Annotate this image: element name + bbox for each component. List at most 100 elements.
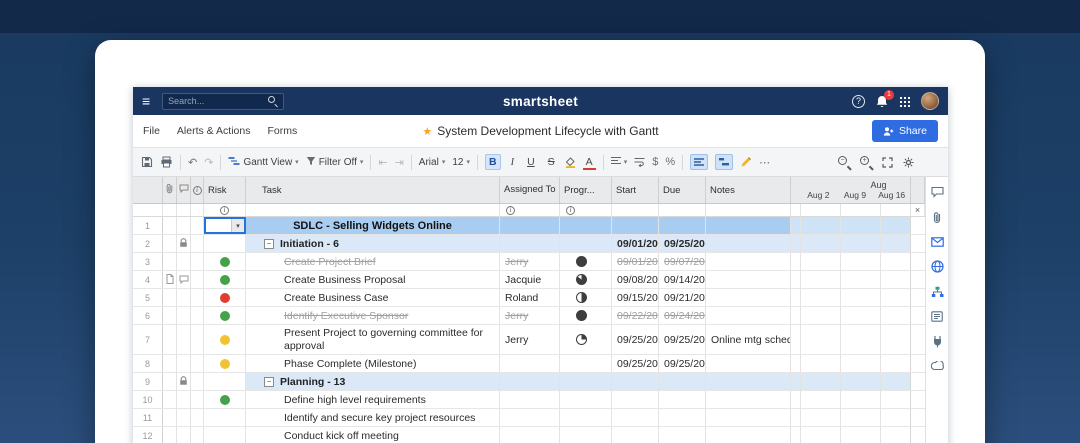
notes-cell[interactable] bbox=[706, 391, 791, 408]
collapse-toggle[interactable]: − bbox=[264, 377, 274, 387]
task-cell[interactable]: Create Project Brief bbox=[246, 253, 500, 270]
row-info-cell[interactable] bbox=[191, 373, 204, 390]
search-input[interactable] bbox=[168, 96, 268, 106]
start-cell[interactable]: 09/15/20 bbox=[612, 289, 659, 306]
redo-icon[interactable]: ↷ bbox=[204, 156, 213, 169]
progress-cell[interactable] bbox=[560, 427, 612, 443]
activity-log-icon[interactable] bbox=[931, 361, 944, 371]
risk-column-header[interactable]: Risk bbox=[204, 177, 246, 203]
gantt-timeline-header[interactable]: Aug Aug 2 Aug 9 Aug 16 bbox=[791, 177, 911, 203]
risk-cell[interactable] bbox=[204, 409, 246, 426]
row-indicator-cell[interactable] bbox=[177, 325, 191, 354]
gantt-cell[interactable] bbox=[791, 217, 911, 234]
notes-cell[interactable] bbox=[706, 217, 791, 234]
row-attachment-cell[interactable] bbox=[163, 325, 177, 354]
row-attachment-cell[interactable] bbox=[163, 271, 177, 288]
row-number-cell[interactable]: 5 bbox=[133, 289, 163, 306]
menu-file[interactable]: File bbox=[143, 125, 160, 137]
task-cell[interactable]: Identify Executive Sponsor bbox=[246, 307, 500, 324]
due-cell[interactable] bbox=[659, 427, 706, 443]
notes-cell[interactable] bbox=[706, 427, 791, 443]
row-number-cell[interactable]: 12 bbox=[133, 427, 163, 443]
task-cell[interactable]: Identify and secure key project resource… bbox=[246, 409, 500, 426]
row-indicator-cell[interactable] bbox=[177, 235, 191, 252]
row-info-cell[interactable] bbox=[191, 271, 204, 288]
start-cell[interactable]: 09/08/20 bbox=[612, 271, 659, 288]
progress-cell[interactable] bbox=[560, 355, 612, 372]
assigned-cell[interactable] bbox=[500, 427, 560, 443]
comment-column-header[interactable] bbox=[177, 177, 191, 203]
start-cell[interactable]: 09/25/20 bbox=[612, 355, 659, 372]
progress-cell[interactable] bbox=[560, 271, 612, 288]
task-column-header[interactable]: Task bbox=[246, 177, 500, 203]
risk-cell[interactable]: ▾ bbox=[204, 217, 246, 234]
assigned-cell[interactable]: Jerry bbox=[500, 253, 560, 270]
risk-cell[interactable] bbox=[204, 355, 246, 372]
print-icon[interactable] bbox=[160, 156, 173, 168]
info-icon[interactable]: i bbox=[220, 206, 229, 215]
task-cell[interactable]: Create Business Proposal bbox=[246, 271, 500, 288]
due-cell[interactable] bbox=[659, 409, 706, 426]
risk-cell[interactable] bbox=[204, 271, 246, 288]
row-attachment-cell[interactable] bbox=[163, 307, 177, 324]
fill-color-icon[interactable] bbox=[565, 157, 576, 168]
due-cell[interactable]: 09/24/20 bbox=[659, 307, 706, 324]
progress-cell[interactable] bbox=[560, 373, 612, 390]
card-view-icon[interactable] bbox=[931, 311, 943, 322]
row-number-cell[interactable]: 3 bbox=[133, 253, 163, 270]
notes-cell[interactable] bbox=[706, 307, 791, 324]
assigned-cell[interactable] bbox=[500, 217, 560, 234]
row-indicator-cell[interactable] bbox=[177, 391, 191, 408]
settings-gear-icon[interactable] bbox=[903, 157, 914, 168]
risk-cell[interactable] bbox=[204, 373, 246, 390]
text-color-button[interactable]: A bbox=[583, 155, 596, 170]
notes-cell[interactable] bbox=[706, 235, 791, 252]
row-attachment-cell[interactable] bbox=[163, 373, 177, 390]
row-number-cell[interactable]: 11 bbox=[133, 409, 163, 426]
risk-cell[interactable] bbox=[204, 307, 246, 324]
row-attachment-cell[interactable] bbox=[163, 289, 177, 306]
task-cell[interactable]: Present Project to governing committee f… bbox=[246, 325, 500, 354]
task-cell[interactable]: −Initiation - 6 bbox=[246, 235, 500, 252]
notes-cell[interactable] bbox=[706, 271, 791, 288]
font-selector[interactable]: Arial▾ bbox=[419, 157, 446, 168]
gantt-cell[interactable] bbox=[791, 391, 911, 408]
underline-button[interactable]: U bbox=[524, 155, 538, 169]
start-cell[interactable] bbox=[612, 391, 659, 408]
gantt-cell[interactable] bbox=[791, 271, 911, 288]
row-number-cell[interactable]: 10 bbox=[133, 391, 163, 408]
row-number-cell[interactable]: 8 bbox=[133, 355, 163, 372]
comment-icon[interactable] bbox=[179, 271, 189, 288]
gantt-cell[interactable] bbox=[791, 427, 911, 443]
gantt-settings-toggle[interactable] bbox=[715, 154, 733, 170]
progress-cell[interactable] bbox=[560, 391, 612, 408]
start-cell[interactable]: 09/25/20 bbox=[612, 325, 659, 354]
zoom-in-icon[interactable]: + bbox=[860, 156, 872, 168]
row-info-cell[interactable] bbox=[191, 355, 204, 372]
row-indicator-cell[interactable] bbox=[177, 289, 191, 306]
assigned-cell[interactable] bbox=[500, 391, 560, 408]
start-cell[interactable] bbox=[612, 427, 659, 443]
outdent-icon[interactable]: ⇤ bbox=[378, 156, 387, 169]
row-attachment-cell[interactable] bbox=[163, 253, 177, 270]
row-indicator-cell[interactable] bbox=[177, 253, 191, 270]
undo-icon[interactable]: ↶ bbox=[188, 156, 197, 169]
align-selector[interactable]: ▾ bbox=[611, 156, 628, 168]
update-requests-icon[interactable] bbox=[931, 237, 944, 247]
row-number-cell[interactable]: 1 bbox=[133, 217, 163, 234]
connectors-icon[interactable] bbox=[932, 335, 943, 348]
task-cell[interactable]: Define high level requirements bbox=[246, 391, 500, 408]
gantt-cell[interactable] bbox=[791, 373, 911, 390]
assigned-cell[interactable]: Roland bbox=[500, 289, 560, 306]
notes-cell[interactable] bbox=[706, 373, 791, 390]
menu-alerts-actions[interactable]: Alerts & Actions bbox=[177, 125, 251, 137]
info-column-header[interactable]: i bbox=[191, 177, 204, 203]
row-number-cell[interactable]: 9 bbox=[133, 373, 163, 390]
risk-cell[interactable] bbox=[204, 235, 246, 252]
row-number-cell[interactable]: 4 bbox=[133, 271, 163, 288]
help-icon[interactable]: ? bbox=[852, 95, 865, 108]
notes-cell[interactable] bbox=[706, 355, 791, 372]
due-cell[interactable] bbox=[659, 217, 706, 234]
due-cell[interactable]: 09/21/20 bbox=[659, 289, 706, 306]
due-cell[interactable]: 09/25/20 bbox=[659, 325, 706, 354]
